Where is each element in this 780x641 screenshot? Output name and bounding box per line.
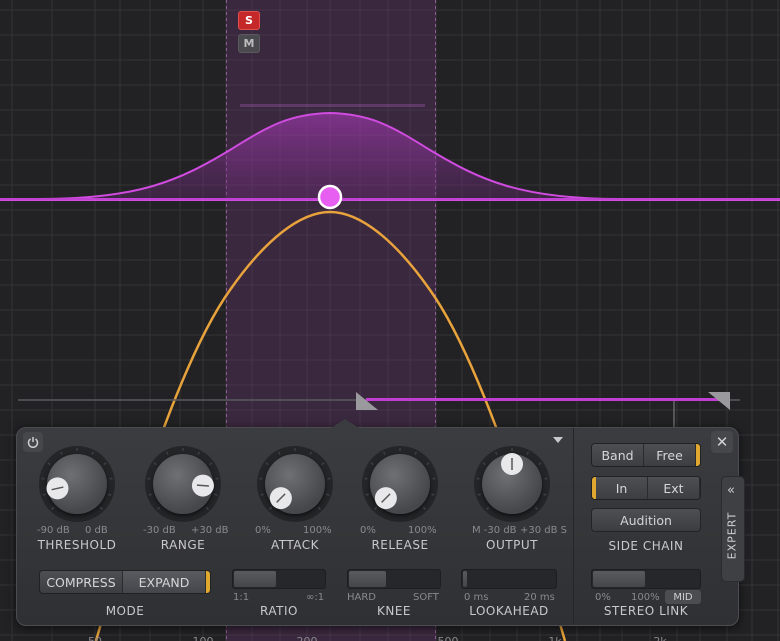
mode-compress-button[interactable]: COMPRESS: [40, 571, 123, 593]
stereo-link-slider[interactable]: [591, 569, 701, 589]
lookahead-label: LOOKAHEAD: [469, 604, 549, 618]
ratio-label: RATIO: [260, 604, 298, 618]
menu-dropdown-icon[interactable]: [553, 437, 563, 443]
release-label: RELEASE: [371, 538, 429, 552]
knee-slider[interactable]: [347, 569, 441, 589]
output-knob[interactable]: [474, 446, 550, 522]
stereo-link-label: STEREO LINK: [603, 604, 689, 618]
sidechain-band-button[interactable]: Band: [592, 444, 644, 466]
close-icon: ✕: [715, 433, 729, 451]
audition-button[interactable]: Audition: [591, 508, 701, 532]
sidechain-free-button[interactable]: Free: [644, 444, 696, 466]
mode-label: MODE: [105, 604, 145, 618]
threshold-min: -90 dB: [37, 525, 70, 536]
stereo-link-max: 100%: [631, 592, 660, 603]
output-max: +30 dB S: [520, 525, 568, 536]
release-knob[interactable]: [362, 446, 438, 522]
range-min: -30 dB: [143, 525, 176, 536]
output-min: M -30 dB: [472, 525, 517, 536]
threshold-knob[interactable]: [39, 446, 115, 522]
attack-knob[interactable]: [257, 446, 333, 522]
threshold-label: THRESHOLD: [37, 538, 117, 552]
range-label: RANGE: [160, 538, 206, 552]
lookahead-min: 0 ms: [464, 592, 489, 603]
sidechain-label: SIDE CHAIN: [608, 539, 684, 553]
release-max: 100%: [408, 525, 437, 536]
mode-selector[interactable]: COMPRESS EXPAND: [39, 570, 211, 594]
mode-expand-button[interactable]: EXPAND: [123, 571, 206, 593]
sidechain-ext-button[interactable]: Ext: [648, 477, 700, 499]
freq-axis-label: 50: [88, 635, 102, 641]
freq-axis-label: 200: [297, 635, 318, 641]
lookahead-max: 20 ms: [524, 592, 555, 603]
lookahead-slider[interactable]: [461, 569, 557, 589]
stereo-link-mode-button[interactable]: MID: [665, 590, 701, 604]
mute-button[interactable]: M: [238, 34, 260, 53]
knee-label: KNEE: [376, 604, 411, 618]
threshold-max: 0 dB: [85, 525, 108, 536]
expert-label: EXPERT: [725, 511, 739, 560]
sidechain-input-selector[interactable]: In Ext: [591, 476, 701, 500]
freq-axis-label: 2k: [653, 635, 667, 641]
solo-button[interactable]: S: [238, 11, 260, 30]
range-max: +30 dB: [191, 525, 229, 536]
expert-mode-toggle[interactable]: « EXPERT: [721, 476, 745, 582]
band-control-panel: ✕ -90 dB 0 dB THRESHOLD -30 dB +30 dB RANGE 0%…: [16, 419, 745, 626]
close-panel-button[interactable]: ✕: [711, 431, 733, 453]
ratio-slider[interactable]: [232, 569, 326, 589]
band-node-handle[interactable]: [317, 184, 343, 210]
attack-label: ATTACK: [270, 538, 320, 552]
power-icon: [27, 437, 39, 448]
ratio-max: ∞:1: [306, 592, 325, 603]
freq-axis-label: 500: [438, 635, 459, 641]
sidechain-in-button[interactable]: In: [596, 477, 648, 499]
knee-min: HARD: [347, 592, 377, 603]
release-min: 0%: [360, 525, 376, 536]
range-knob[interactable]: [145, 446, 221, 522]
freq-axis-label: 1k: [548, 635, 562, 641]
knee-max: SOFT: [413, 592, 439, 603]
sidechain-filter-selector[interactable]: Band Free: [591, 443, 701, 467]
attack-max: 100%: [303, 525, 332, 536]
ratio-min: 1:1: [233, 592, 250, 603]
freq-axis-label: 100: [193, 635, 214, 641]
attack-min: 0%: [255, 525, 271, 536]
stereo-link-min: 0%: [595, 592, 611, 603]
output-label: OUTPUT: [486, 538, 538, 552]
